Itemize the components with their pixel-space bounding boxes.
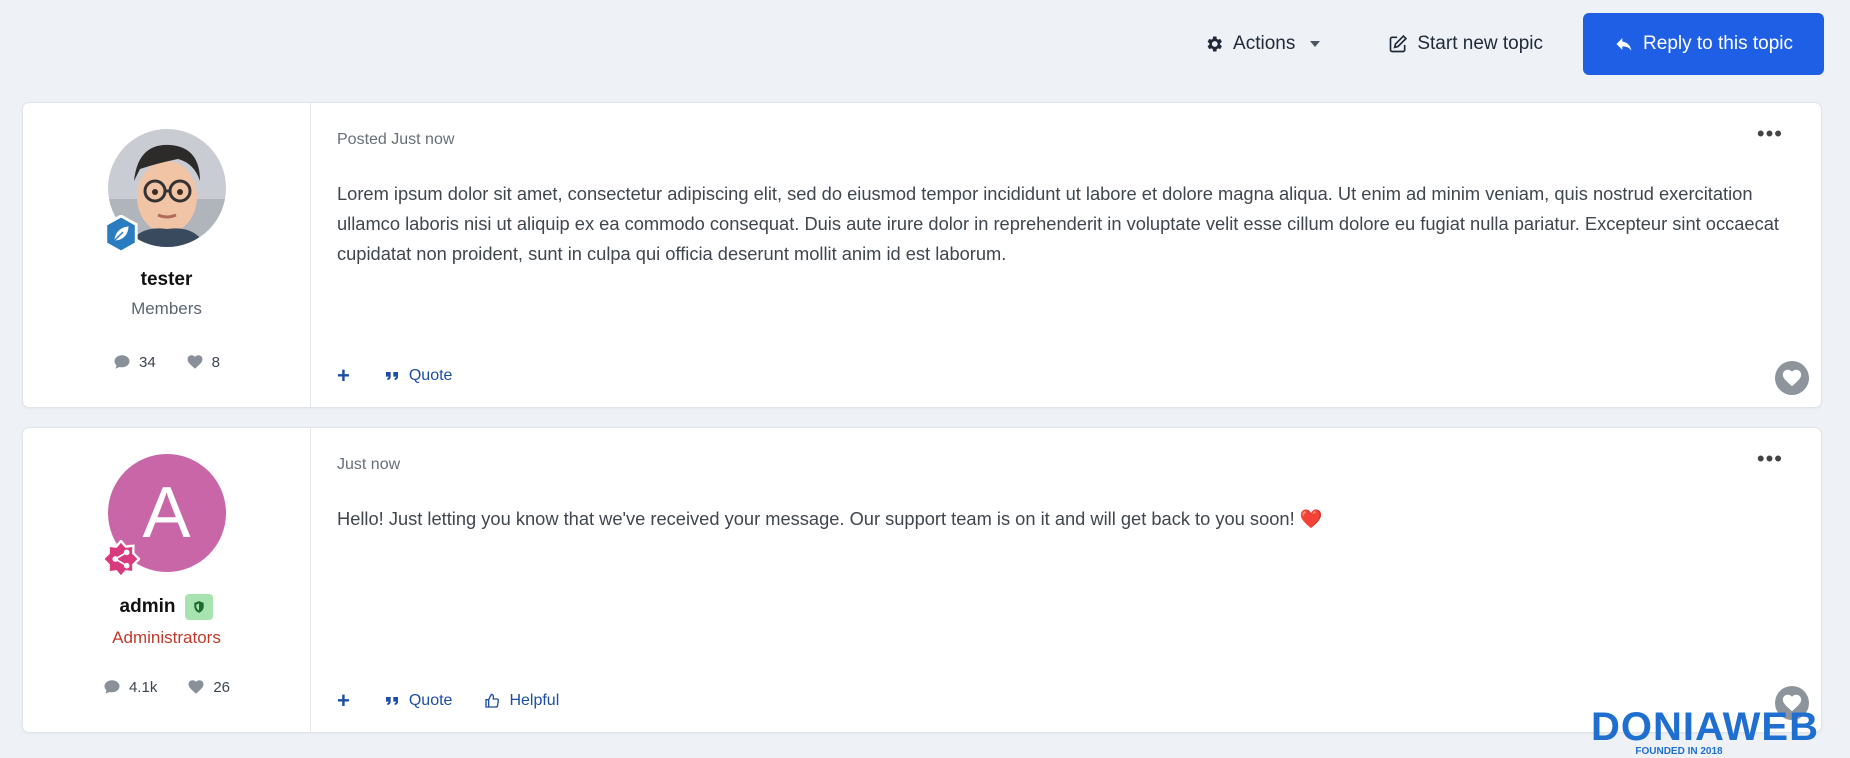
moderator-shield-icon bbox=[185, 594, 214, 620]
helpful-button[interactable]: Helpful bbox=[484, 692, 559, 710]
start-new-topic-label: Start new topic bbox=[1417, 33, 1544, 54]
post-count: 4.1k bbox=[128, 678, 158, 696]
post-body: Hello! Just letting you know that we've … bbox=[337, 504, 1795, 534]
post-author-panel: tester Members 34 8 bbox=[23, 103, 311, 407]
post-content: Just now ••• Hello! Just letting you kno… bbox=[311, 428, 1821, 732]
reply-to-topic-button[interactable]: Reply to this topic bbox=[1583, 13, 1824, 75]
post-count-stat: 4.1k bbox=[103, 678, 157, 696]
multiquote-button[interactable]: + bbox=[337, 363, 350, 389]
heart-icon bbox=[188, 680, 204, 694]
start-new-topic-button[interactable]: Start new topic bbox=[1354, 13, 1577, 75]
heart-icon bbox=[187, 355, 203, 369]
quote-label: Quote bbox=[408, 692, 453, 709]
post-card: A admin Administrators 4.1k 26 Just now … bbox=[22, 427, 1822, 733]
actions-menu-button[interactable]: Actions bbox=[1170, 13, 1354, 75]
quote-icon bbox=[385, 697, 398, 705]
caret-down-icon bbox=[1310, 41, 1321, 47]
heart-emoji: ❤️ bbox=[1299, 508, 1323, 529]
post-timestamp[interactable]: Posted Just now bbox=[337, 131, 1795, 149]
leaf-badge-icon bbox=[103, 215, 138, 253]
comment-icon bbox=[104, 680, 120, 694]
svg-text:DONIAWEB: DONIAWEB bbox=[1591, 706, 1819, 749]
reputation-stat: 8 bbox=[186, 353, 220, 371]
quote-icon bbox=[385, 372, 398, 380]
edit-icon bbox=[1390, 34, 1408, 53]
author-stats: 4.1k 26 bbox=[103, 678, 230, 696]
author-name-text: admin bbox=[119, 596, 176, 617]
post-count-stat: 34 bbox=[113, 353, 156, 371]
avatar-wrapper bbox=[103, 129, 226, 253]
post-content: Posted Just now ••• Lorem ipsum dolor si… bbox=[311, 103, 1821, 407]
quote-button[interactable]: Quote bbox=[384, 692, 453, 710]
author-name-text: tester bbox=[140, 269, 193, 290]
actions-label: Actions bbox=[1233, 33, 1296, 54]
reputation-stat: 26 bbox=[187, 678, 230, 696]
heart-icon bbox=[1782, 369, 1802, 387]
reply-to-topic-label: Reply to this topic bbox=[1643, 33, 1793, 54]
post-author-panel: A admin Administrators 4.1k 26 bbox=[23, 428, 311, 732]
post-controls: + Quote bbox=[337, 363, 484, 389]
author-group: Members bbox=[131, 299, 202, 318]
author-stats: 34 8 bbox=[113, 353, 220, 371]
author-name[interactable]: tester bbox=[141, 269, 193, 291]
post-body: Lorem ipsum dolor sit amet, consectetur … bbox=[337, 183, 1779, 264]
reputation-count: 26 bbox=[213, 678, 231, 696]
gear-icon bbox=[1207, 36, 1222, 52]
helpful-label: Helpful bbox=[509, 692, 560, 709]
post-body-text: Hello! Just letting you know that we've … bbox=[337, 508, 1295, 529]
react-button[interactable] bbox=[1775, 361, 1809, 395]
author-group: Administrators bbox=[112, 628, 221, 647]
comment-icon bbox=[114, 355, 130, 369]
topic-action-bar: Actions Start new topic Reply to this to… bbox=[1170, 13, 1824, 75]
quote-label: Quote bbox=[408, 367, 453, 384]
svg-text:FOUNDED IN 2018: FOUNDED IN 2018 bbox=[1635, 746, 1723, 756]
more-options-icon[interactable]: ••• bbox=[1757, 121, 1783, 147]
post-timestamp[interactable]: Just now bbox=[337, 456, 1795, 474]
post-controls: + Quote Helpful bbox=[337, 688, 591, 714]
reply-icon bbox=[1616, 38, 1632, 51]
more-options-icon[interactable]: ••• bbox=[1757, 446, 1783, 472]
reputation-count: 8 bbox=[211, 353, 221, 371]
author-name[interactable]: admin bbox=[120, 594, 214, 620]
post-card: tester Members 34 8 Posted Just now ••• … bbox=[22, 102, 1822, 408]
multiquote-button[interactable]: + bbox=[337, 688, 350, 714]
avatar-wrapper: A bbox=[101, 454, 226, 578]
doniaweb-watermark-logo: DONIAWEB FOUNDED IN 2018 bbox=[1591, 706, 1819, 756]
post-count: 34 bbox=[138, 353, 156, 371]
thumbs-up-icon bbox=[485, 693, 500, 708]
share-badge-icon bbox=[101, 540, 140, 578]
quote-button[interactable]: Quote bbox=[384, 367, 453, 385]
